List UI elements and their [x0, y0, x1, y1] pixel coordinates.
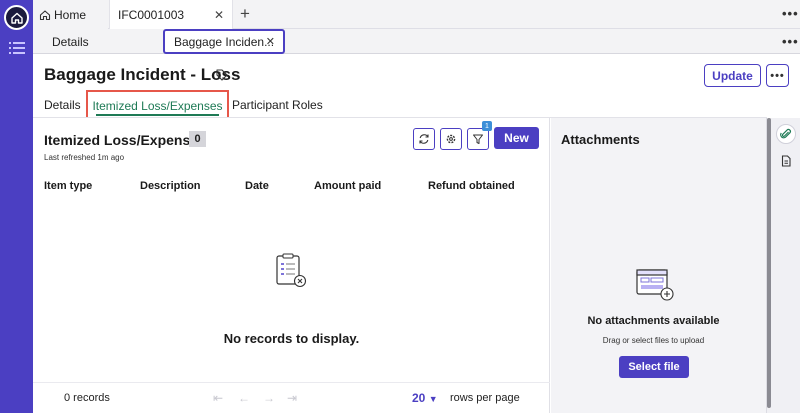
paperclip-icon — [780, 128, 791, 139]
attachments-empty-title: No attachments available — [587, 315, 720, 327]
update-button[interactable]: Update — [704, 64, 761, 87]
subtab-incident-label: Baggage Inciden... — [174, 34, 275, 49]
last-page-button[interactable]: ⇥ — [287, 391, 297, 405]
subtab-more-button[interactable]: ••• — [782, 34, 799, 49]
tab-home[interactable]: Home — [33, 0, 108, 29]
gear-icon — [446, 134, 456, 144]
menu-icon[interactable] — [9, 41, 25, 55]
tag-icon[interactable] — [216, 69, 228, 81]
home-icon — [39, 9, 51, 20]
subtab-details-label: Details — [52, 34, 89, 49]
settings-button[interactable] — [440, 128, 462, 150]
list-footer: 0 records ⇤ ← → ⇥ 20 ▼ rows per page — [33, 382, 550, 413]
itemized-list-panel: Itemized Loss/Expenses 0 Last refreshed … — [33, 118, 550, 413]
column-header-date[interactable]: Date — [245, 180, 269, 192]
column-header-description[interactable]: Description — [140, 180, 201, 192]
tab-itemized-label: Itemized Loss/Expenses — [92, 98, 223, 113]
select-file-button[interactable]: Select file — [619, 356, 689, 378]
subtab-baggage-incident[interactable]: Baggage Inciden... ✕ — [163, 29, 285, 54]
app-rail — [0, 0, 33, 413]
tab-home-label: Home — [54, 7, 87, 22]
empty-records-message: No records to display. — [223, 331, 360, 346]
filter-button[interactable] — [467, 128, 489, 150]
attachments-title: Attachments — [561, 132, 640, 147]
attachments-rail-button[interactable] — [776, 124, 796, 144]
filter-count-badge: 1 — [482, 121, 492, 131]
attachments-empty-icon — [636, 269, 674, 301]
column-header-amount-paid[interactable]: Amount paid — [314, 180, 381, 192]
refresh-button[interactable] — [413, 128, 435, 150]
first-page-button[interactable]: ⇤ — [213, 391, 223, 405]
utility-rail — [766, 118, 800, 413]
attachments-panel: Attachments No attachments available Dra… — [551, 118, 766, 413]
scrollbar[interactable] — [767, 118, 771, 408]
previous-page-button[interactable]: ← — [238, 391, 250, 405]
new-button[interactable]: New — [494, 127, 539, 149]
next-page-button[interactable]: → — [263, 391, 275, 405]
records-count: 0 records — [64, 392, 110, 404]
column-header-refund-obtained[interactable]: Refund obtained — [428, 180, 515, 192]
home-icon — [10, 12, 23, 24]
tab-record-label: IFC0001003 — [118, 7, 185, 22]
close-icon[interactable]: ✕ — [266, 35, 275, 48]
document-icon — [781, 155, 791, 167]
page-title: Baggage Incident - Loss — [44, 65, 241, 84]
list-title: Itemized Loss/Expenses — [44, 132, 206, 148]
close-icon[interactable]: ✕ — [214, 8, 224, 22]
column-header-item-type[interactable]: Item type — [44, 180, 92, 192]
tab-details[interactable]: Details — [44, 98, 81, 112]
last-refreshed: Last refreshed 1m ago — [44, 153, 125, 162]
app-home-button[interactable] — [4, 5, 29, 30]
empty-records-icon — [276, 253, 307, 288]
document-rail-button[interactable] — [776, 151, 796, 171]
tab-record[interactable]: IFC0001003 ✕ — [109, 0, 233, 29]
tabstrip-more-button[interactable]: ••• — [782, 6, 799, 21]
active-tab-indicator — [96, 114, 219, 116]
page-size-value: 20 — [412, 391, 426, 405]
workspace-tabstrip: Home IFC0001003 ✕ + ••• — [33, 0, 800, 29]
filter-icon — [473, 134, 483, 144]
refresh-icon — [419, 134, 429, 144]
tab-participant-roles[interactable]: Participant Roles — [232, 98, 323, 112]
count-badge: 0 — [189, 131, 206, 147]
attachments-upload-hint: Drag or select files to upload — [602, 336, 705, 345]
chevron-down-icon: ▼ — [428, 394, 438, 404]
subtab-details[interactable]: Details — [33, 29, 157, 54]
add-tab-button[interactable]: + — [235, 4, 255, 24]
rows-per-page-label: rows per page — [450, 392, 520, 404]
page-size-select[interactable]: 20 ▼ — [412, 391, 438, 405]
subtab-strip: Details Baggage Inciden... ✕ ••• — [33, 29, 800, 54]
record-more-button[interactable]: ••• — [766, 64, 789, 87]
